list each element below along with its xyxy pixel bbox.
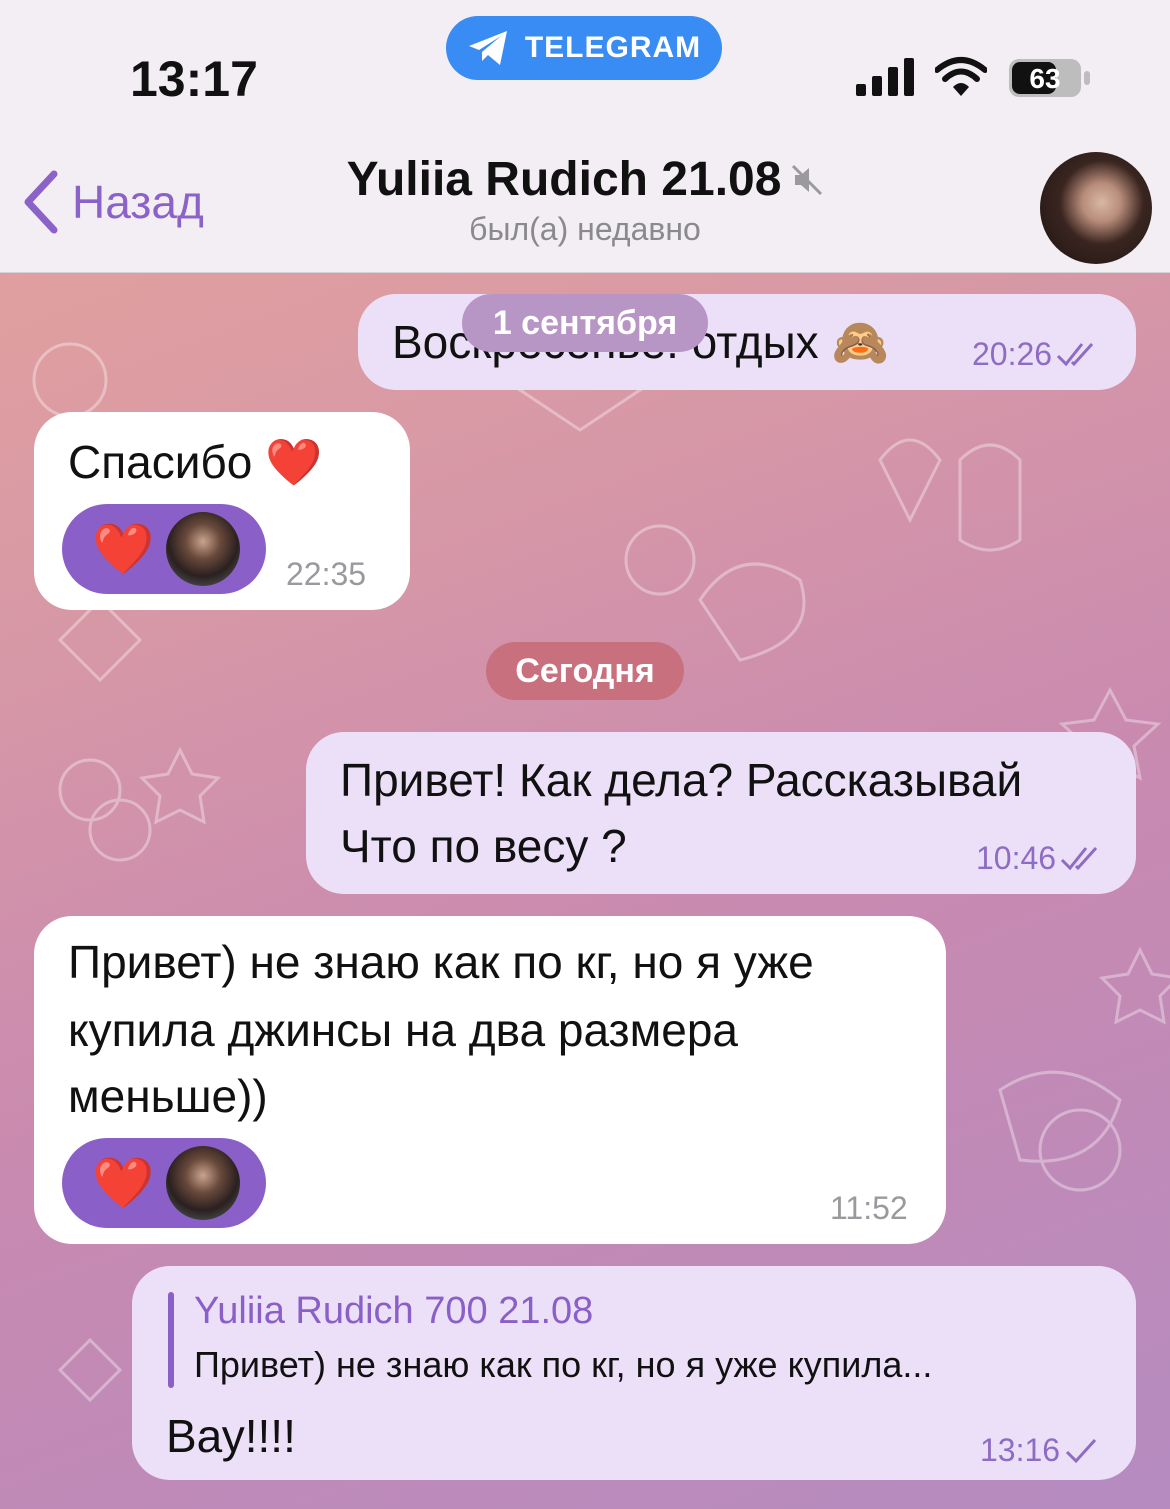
battery-level: 63 xyxy=(1029,63,1060,94)
message-line: меньше)) xyxy=(68,1070,268,1122)
back-label: Назад xyxy=(72,176,204,228)
contact-avatar[interactable] xyxy=(1040,152,1152,264)
reactor-avatar xyxy=(166,1146,240,1220)
floating-date-pill: 1 сентября xyxy=(462,294,708,352)
reaction-chip[interactable]: ❤️ xyxy=(62,1138,266,1228)
double-check-icon xyxy=(1057,342,1094,366)
status-bar: 13:17 TELEGRAM 63 xyxy=(0,0,1170,130)
chat-header: Назад Yuliia Rudich 21.08 был(а) недавно xyxy=(0,130,1170,273)
message-time: 22:35 xyxy=(286,556,367,592)
telegram-pill-label: TELEGRAM xyxy=(524,31,702,64)
date-separator: Сегодня xyxy=(486,642,684,700)
heart-reaction: ❤️ xyxy=(92,521,155,577)
heart-reaction: ❤️ xyxy=(92,1155,155,1211)
single-check-icon xyxy=(1066,1438,1097,1463)
message-time: 13:16 xyxy=(980,1432,1061,1468)
message-line: купила джинсы на два размера xyxy=(68,1004,739,1056)
battery-icon: 63 xyxy=(1009,59,1090,97)
status-time: 13:17 xyxy=(130,51,258,107)
muted-speaker-icon xyxy=(792,164,823,195)
telegram-app-pill[interactable]: TELEGRAM xyxy=(446,16,722,80)
chat-title: Yuliia Rudich 21.08 xyxy=(346,153,782,206)
chevron-left-icon xyxy=(24,170,58,234)
last-seen-status: был(а) недавно xyxy=(469,211,701,247)
double-check-icon xyxy=(1061,846,1098,870)
reactor-avatar xyxy=(166,512,240,586)
message-bubble-incoming[interactable]: Привет) не знаю как по кг, но я уже купи… xyxy=(34,916,946,1244)
message-text: Вау!!!! xyxy=(166,1410,296,1462)
cellular-signal-icon xyxy=(856,58,914,96)
chat-title-area[interactable]: Yuliia Rudich 21.08 был(а) недавно xyxy=(300,152,870,248)
reply-author[interactable]: Yuliia Rudich 700 21.08 xyxy=(194,1290,593,1333)
message-bubble-outgoing[interactable]: Привет! Как дела? Рассказывай Что по вес… xyxy=(306,732,1136,894)
message-time: 11:52 xyxy=(830,1190,908,1226)
message-line: Привет! Как дела? Рассказывай xyxy=(340,754,1023,806)
wifi-icon xyxy=(935,57,987,96)
back-button[interactable]: Назад xyxy=(22,170,204,234)
reply-quote-bar xyxy=(168,1292,174,1388)
message-line: Что по весу ? xyxy=(340,820,627,872)
message-text: Спасибо ❤️ xyxy=(68,436,323,488)
reaction-chip[interactable]: ❤️ xyxy=(62,504,266,594)
telegram-plane-icon xyxy=(468,31,507,65)
message-time: 10:46 xyxy=(976,840,1057,876)
message-line: Привет) не знаю как по кг, но я уже xyxy=(68,936,814,988)
reply-preview[interactable]: Привет) не знаю как по кг, но я уже купи… xyxy=(194,1344,932,1386)
message-time: 20:26 xyxy=(972,336,1053,372)
message-bubble-incoming[interactable]: Спасибо ❤️ ❤️ 22:35 xyxy=(34,412,410,610)
